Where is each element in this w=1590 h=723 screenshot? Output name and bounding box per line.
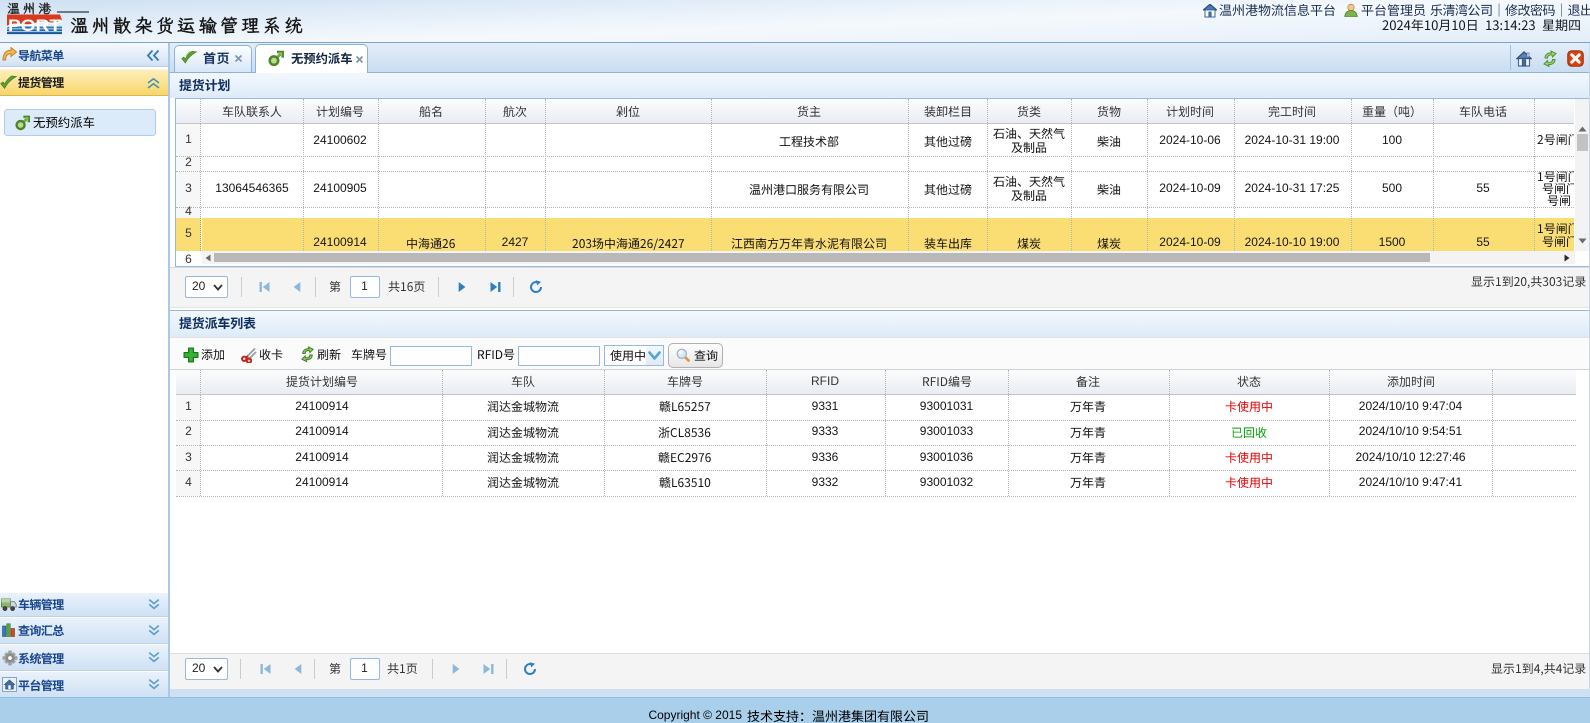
- svg-text:PORT: PORT: [8, 16, 62, 35]
